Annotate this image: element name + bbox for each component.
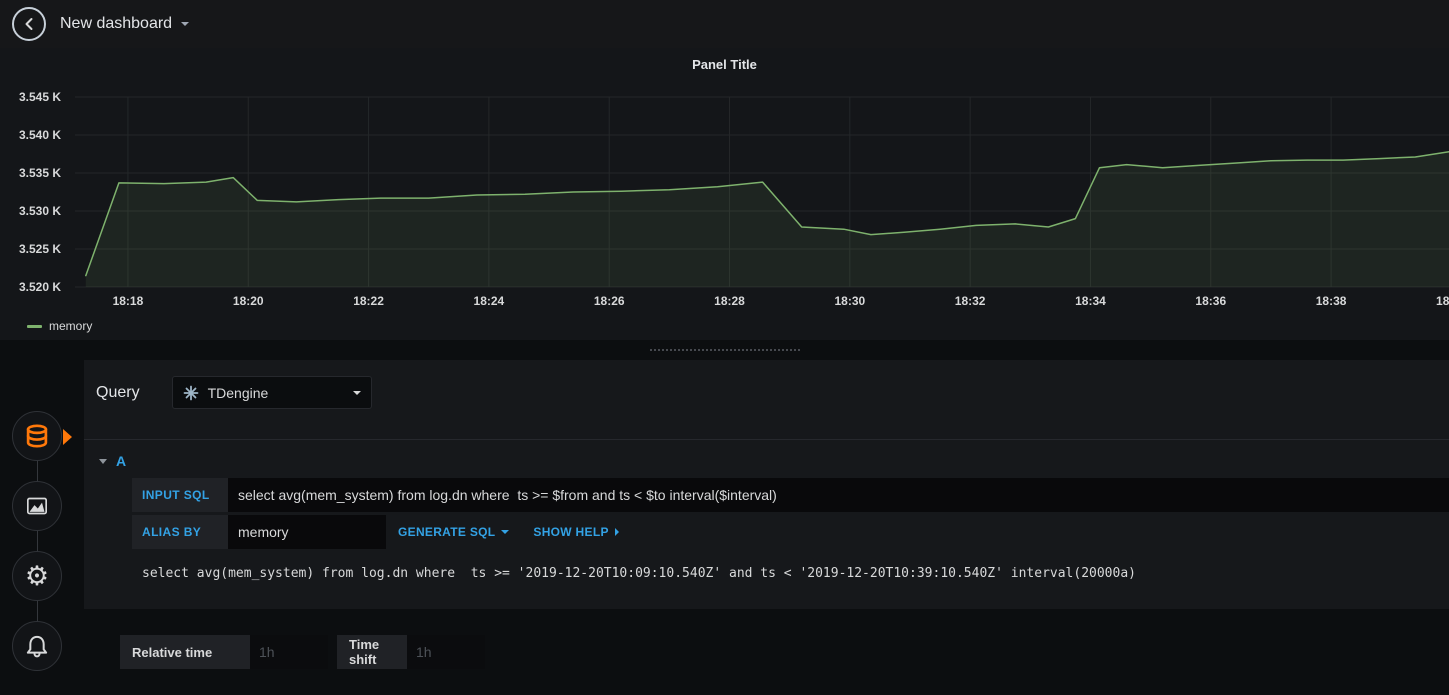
edit-tab-strip: ⚙ — [0, 360, 84, 695]
svg-text:18:22: 18:22 — [353, 294, 384, 308]
legend-color-memory — [27, 324, 42, 328]
svg-text:18:18: 18:18 — [113, 294, 144, 308]
svg-text:18:30: 18:30 — [834, 294, 865, 308]
query-row-toggle[interactable]: A — [84, 440, 1449, 478]
arrow-left-icon — [21, 16, 37, 32]
graph-panel: Panel Title 18:18 18:20 18:22 18:24 18:26 18:… — [0, 48, 1449, 340]
time-shift-label: Time shift — [337, 635, 407, 669]
svg-text:3.540 K: 3.540 K — [19, 128, 61, 142]
svg-text:3.520 K: 3.520 K — [19, 280, 61, 294]
gear-icon: ⚙ — [24, 560, 50, 592]
svg-text:18:26: 18:26 — [594, 294, 625, 308]
chevron-down-icon — [352, 390, 361, 395]
generated-sql-text: select avg(mem_system) from log.dn where… — [142, 566, 1136, 581]
query-form: INPUT SQL ALIAS BY GENERATE SQL SHOW HEL… — [132, 478, 1449, 581]
time-series-chart[interactable]: 18:18 18:20 18:22 18:24 18:26 18:28 18:30 18:32… — [0, 48, 1449, 340]
alias-by-field[interactable] — [228, 515, 386, 549]
tdengine-logo-icon — [183, 385, 199, 401]
alias-by-row: ALIAS BY GENERATE SQL SHOW HELP — [132, 515, 1449, 549]
chevron-right-icon — [614, 528, 619, 536]
svg-text:3.535 K: 3.535 K — [19, 166, 61, 180]
active-tab-arrow-icon — [63, 429, 72, 445]
back-button[interactable] — [12, 7, 46, 41]
legend-label-memory[interactable]: memory — [49, 319, 92, 333]
query-editor: Query TDengine A INPUT SQL select avg(me… — [84, 360, 1449, 695]
chevron-down-icon — [181, 22, 190, 26]
svg-text:18:28: 18:28 — [714, 294, 745, 308]
panel-edit-area: ⚙ Query TDengine A INPUT SQL select avg(… — [0, 360, 1449, 695]
query-editor-card: Query TDengine A INPUT SQL select avg(me… — [84, 360, 1449, 609]
generate-sql-button[interactable]: GENERATE SQL — [386, 515, 521, 549]
svg-text:3.545 K: 3.545 K — [19, 90, 61, 104]
svg-text:18:40: 18:40 — [1436, 294, 1449, 308]
relative-time-input[interactable] — [250, 635, 328, 669]
svg-text:18:24: 18:24 — [474, 294, 505, 308]
generate-sql-label: GENERATE SQL — [398, 525, 496, 539]
svg-text:3.525 K: 3.525 K — [19, 242, 61, 256]
chevron-down-icon — [501, 530, 510, 534]
chevron-down-icon — [99, 458, 107, 464]
chart-legend: memory — [27, 319, 92, 333]
svg-text:18:20: 18:20 — [233, 294, 264, 308]
query-letter: A — [116, 453, 127, 469]
database-icon — [21, 420, 53, 452]
datasource-picker[interactable]: TDengine — [171, 376, 372, 409]
input-sql-row: INPUT SQL — [132, 478, 1449, 512]
time-options-row: Relative time Time shift — [120, 635, 1449, 669]
panel-title[interactable]: Panel Title — [0, 57, 1449, 72]
input-sql-label: INPUT SQL — [132, 478, 228, 512]
relative-time-label: Relative time — [120, 635, 250, 669]
navbar: New dashboard — [0, 0, 1449, 48]
dashboard-title-text: New dashboard — [60, 15, 173, 32]
tab-alert[interactable] — [12, 621, 62, 671]
dashboard-title[interactable]: New dashboard — [60, 15, 190, 33]
svg-text:3.530 K: 3.530 K — [19, 204, 61, 218]
input-sql-field[interactable] — [228, 478, 1449, 512]
tab-queries[interactable] — [12, 411, 72, 461]
graph-icon — [22, 491, 52, 521]
panel-resize-handle[interactable] — [649, 349, 800, 351]
svg-text:18:32: 18:32 — [955, 294, 986, 308]
tab-general[interactable]: ⚙ — [12, 551, 62, 601]
query-section-title: Query — [96, 383, 140, 401]
tab-connector-line — [37, 436, 38, 645]
datasource-name: TDengine — [207, 384, 269, 401]
panel-resize-row — [0, 340, 1449, 360]
tab-visualization[interactable] — [12, 481, 62, 531]
svg-text:18:38: 18:38 — [1316, 294, 1347, 308]
query-editor-header: Query TDengine — [84, 360, 1449, 439]
show-help-label: SHOW HELP — [533, 525, 609, 539]
alias-by-label: ALIAS BY — [132, 515, 228, 549]
time-shift-input[interactable] — [407, 635, 485, 669]
svg-text:18:34: 18:34 — [1075, 294, 1106, 308]
bell-icon — [22, 631, 52, 661]
svg-text:18:36: 18:36 — [1195, 294, 1226, 308]
show-help-button[interactable]: SHOW HELP — [521, 515, 630, 549]
